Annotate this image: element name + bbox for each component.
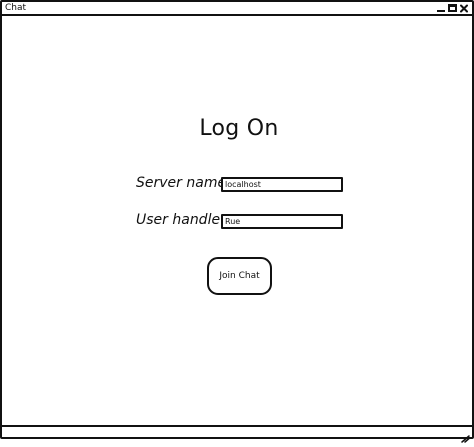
join-chat-button-label: Join Chat	[219, 271, 260, 281]
user-handle-label: User handle	[136, 212, 221, 228]
window-title: Chat	[5, 3, 27, 13]
close-icon[interactable]	[460, 4, 468, 13]
minimize-icon[interactable]	[437, 4, 445, 13]
status-bar	[2, 425, 472, 443]
server-name-label: Server name	[136, 175, 227, 191]
join-chat-button[interactable]: Join Chat	[207, 257, 272, 295]
title-bar[interactable]: Chat	[2, 2, 472, 16]
chat-window: Chat Log On Server name localhost User h…	[0, 0, 474, 443]
window-controls	[437, 3, 468, 13]
page-title: Log On	[199, 116, 279, 141]
resize-grip-icon[interactable]	[461, 428, 470, 443]
maximize-icon[interactable]	[448, 4, 457, 12]
user-handle-field[interactable]: Rue	[221, 214, 343, 229]
server-name-field[interactable]: localhost	[221, 177, 343, 192]
